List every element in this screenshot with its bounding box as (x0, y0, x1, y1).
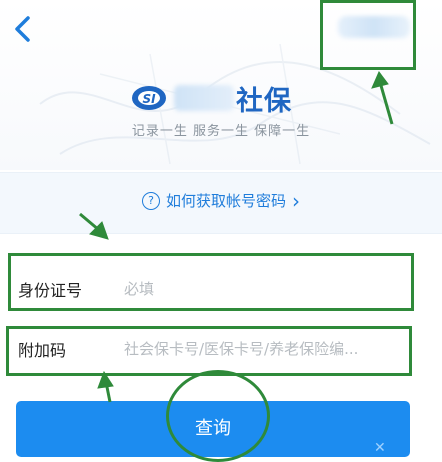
annotation-arrow-up-right (378, 81, 394, 125)
annotation-arrowhead-up-right (371, 71, 389, 89)
annotation-arrows (79, 71, 394, 403)
annotation-arrowhead-up (97, 370, 114, 389)
